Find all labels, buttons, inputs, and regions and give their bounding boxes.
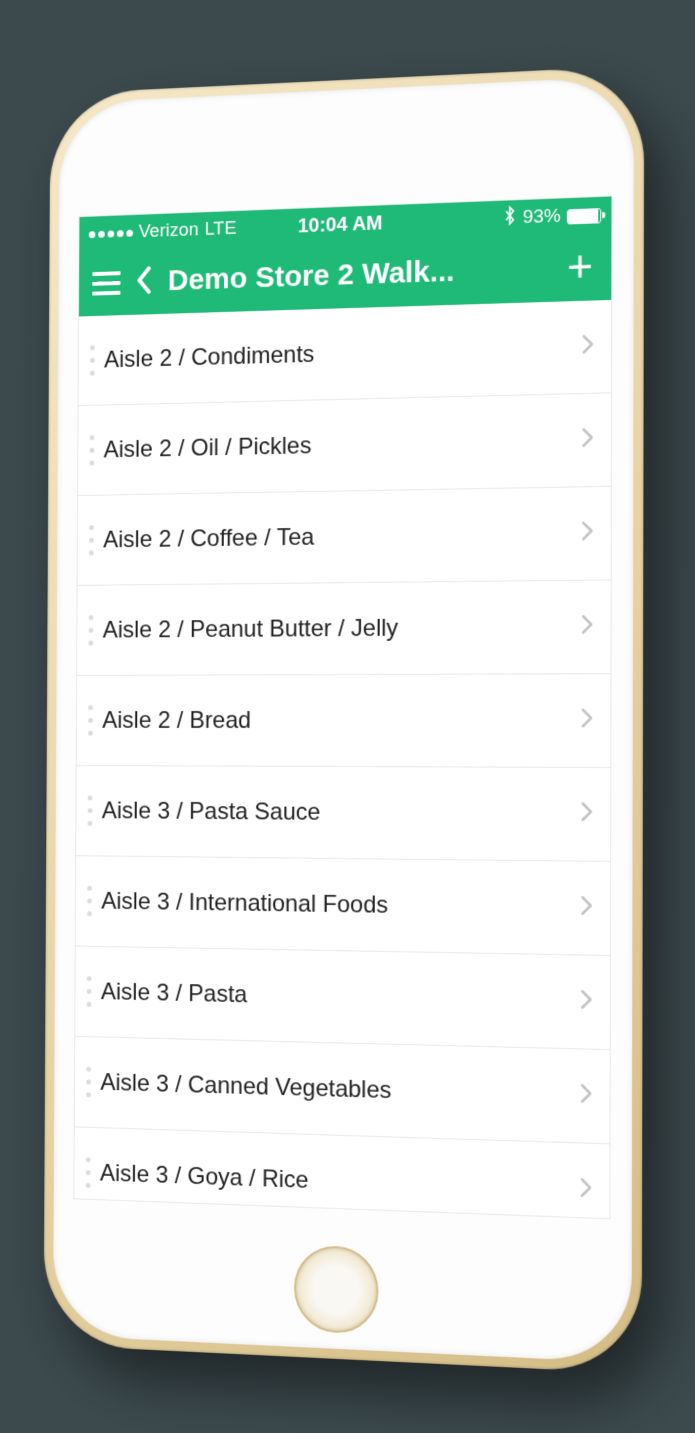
phone-frame: Verizon LTE 10:04 AM 93%: [43, 65, 644, 1373]
chevron-right-icon: [579, 894, 593, 922]
back-button[interactable]: [135, 264, 152, 299]
chevron-right-icon: [580, 519, 594, 547]
page-title: Demo Store 2 Walk...: [167, 251, 546, 298]
drag-handle-icon[interactable]: [82, 1066, 100, 1097]
list-item[interactable]: Aisle 3 / Pasta: [75, 946, 610, 1050]
drag-handle-icon[interactable]: [84, 615, 102, 645]
drag-handle-icon[interactable]: [81, 1157, 99, 1188]
drag-handle-icon[interactable]: [86, 344, 104, 375]
phone-bezel: Verizon LTE 10:04 AM 93%: [52, 75, 633, 1362]
screen: Verizon LTE 10:04 AM 93%: [74, 196, 611, 1218]
drag-handle-icon[interactable]: [84, 705, 102, 735]
list-item[interactable]: Aisle 2 / Coffee / Tea: [77, 486, 610, 585]
list-item[interactable]: Aisle 3 / Canned Vegetables: [74, 1036, 609, 1144]
list-item-label: Aisle 2 / Oil / Pickles: [103, 426, 580, 464]
aisle-list[interactable]: Aisle 2 / Condiments Aisle 2 / Oil / Pic…: [74, 299, 611, 1217]
battery-percent: 93%: [522, 205, 560, 229]
drag-handle-icon[interactable]: [85, 524, 103, 555]
network-label: LTE: [204, 217, 236, 240]
bluetooth-icon: [502, 205, 516, 232]
list-item-label: Aisle 2 / Coffee / Tea: [103, 519, 580, 553]
list-item[interactable]: Aisle 2 / Condiments: [78, 299, 611, 405]
chevron-right-icon: [580, 426, 594, 454]
list-item[interactable]: Aisle 3 / Pasta Sauce: [76, 765, 610, 861]
drag-handle-icon[interactable]: [85, 434, 103, 465]
battery-icon: [566, 207, 600, 223]
list-item-label: Aisle 2 / Peanut Butter / Jelly: [102, 612, 580, 643]
chevron-right-icon: [578, 1176, 592, 1204]
drag-handle-icon[interactable]: [83, 885, 101, 916]
list-item-label: Aisle 3 / Pasta: [100, 977, 579, 1015]
list-item-label: Aisle 3 / Goya / Rice: [99, 1159, 578, 1204]
chevron-right-icon: [579, 988, 593, 1016]
carrier-label: Verizon: [138, 219, 198, 243]
add-button[interactable]: +: [563, 244, 597, 290]
menu-button[interactable]: [92, 271, 120, 295]
list-item[interactable]: Aisle 3 / International Foods: [75, 856, 609, 956]
drag-handle-icon[interactable]: [83, 795, 101, 826]
list-item[interactable]: Aisle 2 / Bread: [76, 674, 610, 768]
list-item-label: Aisle 2 / Bread: [102, 706, 580, 734]
list-item-label: Aisle 3 / International Foods: [101, 887, 579, 922]
signal-strength-icon: [88, 229, 132, 237]
list-item-label: Aisle 3 / Canned Vegetables: [100, 1068, 579, 1110]
chevron-right-icon: [580, 332, 594, 360]
list-item[interactable]: Aisle 2 / Peanut Butter / Jelly: [77, 580, 611, 675]
list-item-label: Aisle 3 / Pasta Sauce: [101, 797, 579, 828]
chevron-right-icon: [579, 800, 593, 828]
drag-handle-icon[interactable]: [82, 976, 100, 1007]
list-item[interactable]: Aisle 2 / Oil / Pickles: [78, 393, 611, 496]
list-item-label: Aisle 2 / Condiments: [104, 332, 581, 373]
chevron-right-icon: [579, 706, 593, 734]
chevron-right-icon: [579, 1082, 593, 1110]
chevron-right-icon: [580, 613, 594, 641]
